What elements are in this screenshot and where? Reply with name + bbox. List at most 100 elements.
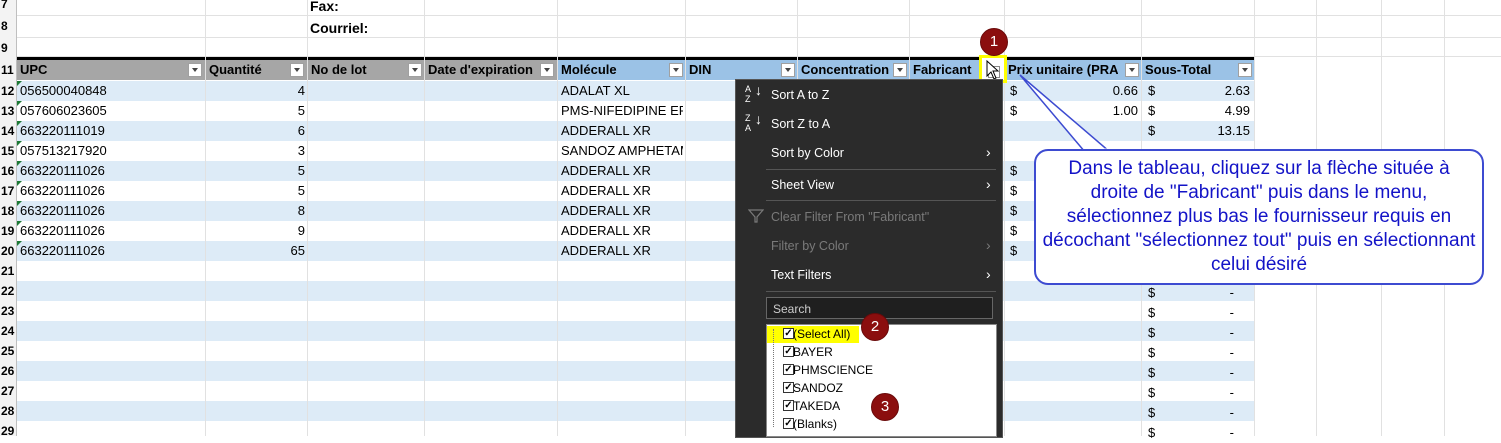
- cell-upc[interactable]: 663220111026: [20, 181, 105, 201]
- cell-molecule[interactable]: ADDERALL XR: [561, 121, 683, 141]
- cell-subtotal[interactable]: 13.15: [1170, 121, 1250, 141]
- row-number[interactable]: 16: [0, 164, 17, 178]
- row-number[interactable]: 24: [0, 324, 17, 338]
- row-number[interactable]: 23: [0, 304, 17, 318]
- cell-molecule[interactable]: PMS-NIFEDIPINE ER: [561, 101, 683, 121]
- filter-dropdown-icon[interactable]: [290, 63, 304, 77]
- cell-upc[interactable]: 056500040848: [20, 81, 107, 101]
- cell-qty[interactable]: 5: [209, 161, 305, 181]
- filter-dropdown-icon[interactable]: [408, 63, 422, 77]
- menu-sort-za[interactable]: Sort Z to A: [771, 117, 830, 131]
- row-number[interactable]: 8: [0, 19, 17, 33]
- cell-upc[interactable]: 057513217920: [20, 141, 107, 161]
- cell-molecule[interactable]: ADDERALL XR: [561, 181, 683, 201]
- cell-subtotal[interactable]: 4.99: [1170, 101, 1250, 121]
- cell-qty[interactable]: 8: [209, 201, 305, 221]
- filter-dropdown-icon[interactable]: [540, 63, 554, 77]
- header-molecule[interactable]: Molécule: [561, 60, 617, 80]
- checkbox-checked-icon[interactable]: ✓: [783, 364, 794, 375]
- checkbox-checked-icon[interactable]: ✓: [783, 382, 794, 393]
- checkbox-checked-icon[interactable]: ✓: [783, 418, 794, 429]
- checkbox-checked-icon[interactable]: ✓: [783, 328, 794, 339]
- cell-currency[interactable]: $: [1148, 423, 1155, 443]
- cell-currency[interactable]: $: [1148, 343, 1155, 363]
- row-number[interactable]: 18: [0, 204, 17, 218]
- cell-molecule[interactable]: ADDERALL XR: [561, 241, 683, 261]
- row-number[interactable]: 9: [0, 41, 17, 55]
- row-number[interactable]: 28: [0, 404, 17, 418]
- menu-text-filters[interactable]: Text Filters: [771, 268, 831, 282]
- menu-sheet-view[interactable]: Sheet View: [771, 178, 834, 192]
- row-number[interactable]: 17: [0, 184, 17, 198]
- header-upc[interactable]: UPC: [20, 60, 47, 80]
- filter-dropdown-icon[interactable]: [1238, 63, 1252, 77]
- cell-subtotal[interactable]: -: [1170, 283, 1234, 303]
- header-din[interactable]: DIN: [689, 60, 711, 80]
- filter-dropdown-icon[interactable]: [893, 63, 907, 77]
- row-number[interactable]: 26: [0, 364, 17, 378]
- cell-currency[interactable]: $: [1148, 403, 1155, 423]
- cell-molecule[interactable]: ADDERALL XR: [561, 221, 683, 241]
- cell-subtotal[interactable]: -: [1170, 323, 1234, 343]
- cell-upc[interactable]: 663220111026: [20, 241, 105, 261]
- cell-currency[interactable]: $: [1148, 363, 1155, 383]
- checkbox-checked-icon[interactable]: ✓: [783, 400, 794, 411]
- cell-currency[interactable]: $: [1148, 283, 1155, 303]
- cell-molecule[interactable]: ADDERALL XR: [561, 201, 683, 221]
- row-number[interactable]: 14: [0, 124, 17, 138]
- row-number[interactable]: 20: [0, 244, 17, 258]
- cell-currency[interactable]: $: [1010, 181, 1017, 201]
- cell-qty[interactable]: 65: [209, 241, 305, 261]
- cell-subtotal[interactable]: -: [1170, 403, 1234, 423]
- row-number[interactable]: 12: [0, 84, 17, 98]
- row-number[interactable]: 15: [0, 144, 17, 158]
- cell-currency[interactable]: $: [1010, 241, 1017, 261]
- filter-item-blanks[interactable]: ✓ (Blanks): [783, 416, 837, 433]
- filter-dropdown-icon[interactable]: [781, 63, 795, 77]
- filter-item-bayer[interactable]: ✓ BAYER: [783, 344, 833, 361]
- filter-dropdown-icon[interactable]: [669, 63, 683, 77]
- cell-currency[interactable]: $: [1148, 81, 1155, 101]
- cell-subtotal[interactable]: -: [1170, 423, 1234, 443]
- row-number[interactable]: 27: [0, 384, 17, 398]
- checkbox-checked-icon[interactable]: ✓: [783, 346, 794, 357]
- row-number[interactable]: 11: [0, 63, 17, 77]
- cell-currency[interactable]: $: [1010, 161, 1017, 181]
- header-quantite[interactable]: Quantité: [209, 60, 262, 80]
- cell-qty[interactable]: 9: [209, 221, 305, 241]
- cell-currency[interactable]: $: [1148, 323, 1155, 343]
- cell-qty[interactable]: 5: [209, 101, 305, 121]
- header-lot[interactable]: No de lot: [311, 60, 367, 80]
- cell-currency[interactable]: $: [1148, 303, 1155, 323]
- header-expiration[interactable]: Date d'expiration: [428, 60, 533, 80]
- cell-molecule[interactable]: SANDOZ AMPHETAM: [561, 141, 683, 161]
- row-number[interactable]: 13: [0, 104, 17, 118]
- cell-upc[interactable]: 663220111026: [20, 221, 105, 241]
- cell-molecule[interactable]: ADDERALL XR: [561, 161, 683, 181]
- filter-item-takeda[interactable]: ✓ TAKEDA: [783, 398, 840, 415]
- menu-sort-az[interactable]: Sort A to Z: [771, 88, 829, 102]
- cell-upc[interactable]: 057606023605: [20, 101, 107, 121]
- cell-subtotal[interactable]: -: [1170, 343, 1234, 363]
- cell-qty[interactable]: 5: [209, 181, 305, 201]
- cell-subtotal[interactable]: -: [1170, 383, 1234, 403]
- row-number[interactable]: 22: [0, 284, 17, 298]
- cell-molecule[interactable]: ADALAT XL: [561, 81, 683, 101]
- menu-sort-by-color[interactable]: Sort by Color: [771, 146, 844, 160]
- filter-item-select-all[interactable]: ✓ (Select All): [783, 326, 850, 343]
- header-fabricant[interactable]: Fabricant: [913, 60, 972, 80]
- cell-upc[interactable]: 663220111026: [20, 201, 105, 221]
- row-number[interactable]: 25: [0, 344, 17, 358]
- cell-currency[interactable]: $: [1010, 221, 1017, 241]
- row-number[interactable]: 19: [0, 224, 17, 238]
- header-concentration[interactable]: Concentration: [801, 60, 889, 80]
- cell-subtotal[interactable]: -: [1170, 303, 1234, 323]
- cell-subtotal[interactable]: 2.63: [1170, 81, 1250, 101]
- filter-item-sandoz[interactable]: ✓ SANDOZ: [783, 380, 843, 397]
- filter-item-phmscience[interactable]: ✓ PHMSCIENCE: [783, 362, 873, 379]
- cell-upc[interactable]: 663220111019: [20, 121, 105, 141]
- filter-dropdown-icon[interactable]: [188, 63, 202, 77]
- cell-currency[interactable]: $: [1148, 121, 1155, 141]
- header-soustotal[interactable]: Sous-Total: [1145, 60, 1211, 80]
- cell-qty[interactable]: 3: [209, 141, 305, 161]
